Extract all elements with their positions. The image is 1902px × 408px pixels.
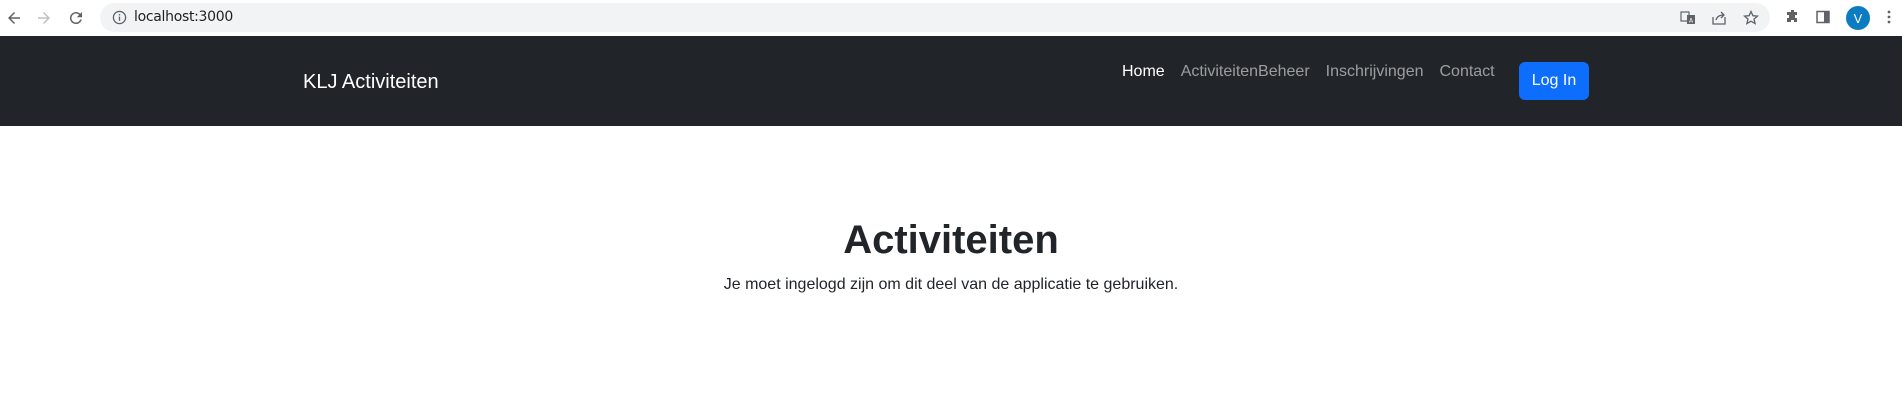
star-icon[interactable] [1743,10,1759,26]
browser-toolbar: localhost:3000 A V [0,0,1902,36]
profile-avatar[interactable]: V [1846,6,1870,30]
extensions-icon[interactable] [1783,7,1803,27]
translate-icon[interactable]: A [1680,10,1696,26]
brand-link[interactable]: KLJ Activiteiten [303,71,439,94]
share-icon[interactable] [1711,10,1727,26]
back-arrow-icon[interactable] [2,6,26,30]
forward-arrow-icon[interactable] [32,6,56,30]
nav-link-inschrijvingen[interactable]: Inschrijvingen [1326,63,1424,81]
reload-icon[interactable] [64,6,88,30]
nav-link-activiteitenbeheer[interactable]: ActiviteitenBeheer [1181,63,1310,81]
login-required-message: Je moet ingelogd zijn om dit deel van de… [723,276,1179,293]
menu-dots-icon[interactable] [1879,7,1899,27]
nav-links: Home ActiviteitenBeheer Inschrijvingen C… [1122,63,1511,81]
navbar: KLJ Activiteiten Home ActiviteitenBeheer… [0,36,1902,126]
main-content: Activiteiten Je moet ingelogd zijn om di… [0,126,1902,408]
info-icon[interactable] [112,10,127,25]
url-text[interactable]: localhost:3000 [134,9,233,25]
nav-link-home[interactable]: Home [1122,63,1165,81]
address-bar[interactable]: localhost:3000 A [100,3,1770,32]
login-button[interactable]: Log In [1519,62,1589,100]
page-title: Activiteiten [843,218,1059,262]
nav-link-contact[interactable]: Contact [1439,63,1494,81]
side-panel-icon[interactable] [1813,7,1833,27]
